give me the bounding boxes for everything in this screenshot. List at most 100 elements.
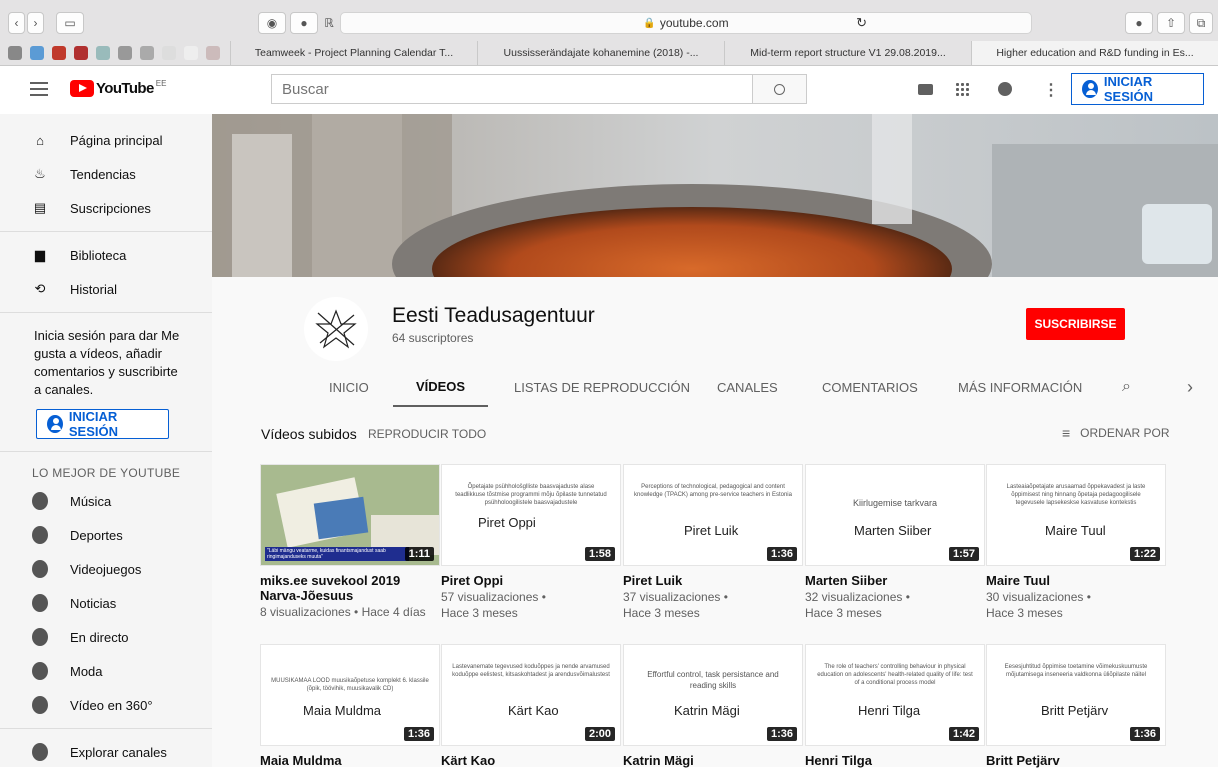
video-title[interactable]: Maire Tuul [986,573,1166,588]
back-button[interactable]: ‹ [8,12,25,34]
video-title[interactable]: Piret Oppi [441,573,621,588]
bookmark-favicon[interactable] [30,46,44,60]
tab-about[interactable]: MÁS INFORMACIÓN [958,367,1082,407]
browser-tab[interactable]: Mid-term report structure V1 29.08.2019.… [724,41,971,65]
thumbnail-topic: Kiirlugemise tarkvara [852,498,938,508]
play-all-button[interactable]: REPRODUCIR TODO [368,427,486,441]
tab-channels[interactable]: CANALES [717,367,778,407]
video-duration: 1:57 [948,547,979,561]
reload-icon[interactable]: ↻ [856,15,867,31]
sports-icon [32,526,48,544]
sidebar-toggle-button[interactable]: ▭ [56,12,84,34]
thumbnail-name: Henri Tilga [858,703,921,718]
browser-tab[interactable]: Uussisserändajate kohanemine (2018) -... [477,41,724,65]
video-meta: 8 visualizaciones • Hace 4 días [260,605,426,619]
bookmark-favicon[interactable] [206,46,220,60]
sidebar-item-label: Tendencias [70,166,136,182]
tab-videos[interactable]: VÍDEOS [393,367,488,407]
sidebar-item-label: Biblioteca [70,247,127,263]
chevron-right-icon[interactable]: › [1187,367,1193,407]
sidebar-item-home[interactable]: ⌂ Página principal [0,123,212,157]
forward-button[interactable]: › [27,12,44,34]
bookmark-favicon[interactable] [96,46,110,60]
thumbnail-name: Kärt Kao [508,703,559,718]
video-thumbnail[interactable]: Lastevanemate tegevused koduõppes ja nen… [441,644,621,746]
video-title[interactable]: Kärt Kao [441,753,621,768]
video-thumbnail[interactable]: MUUSIKAMAA LOOD muusikaõpetuse komplekt … [260,644,440,746]
channel-search-icon[interactable]: ⌕ [1122,367,1131,407]
sidebar-item-gaming[interactable]: Videojuegos [0,552,212,586]
video-thumbnail[interactable]: The role of teachers' controlling behavi… [805,644,985,746]
video-title[interactable]: Maia Muldma [260,753,440,768]
region-code: EE [155,79,167,88]
upload-age: Hace 3 meses [986,606,1063,620]
thumbnail-topic: Lasteaiaõpetajate arusaamad õppekavadest… [1006,484,1146,506]
tabs-button[interactable]: ⧉ [1189,12,1213,34]
bookmark-favicon[interactable] [162,46,176,60]
sidebar-item-360[interactable]: Vídeo en 360° [0,688,212,722]
sidebar-item-music[interactable]: Música [0,484,212,518]
sidebar-item-subscriptions[interactable]: ▤ Suscripciones [0,191,212,225]
header-signin-button[interactable]: INICIAR SESIÓN [1071,73,1204,105]
thumbnail-topic: Õpetajate psühhološglliste baasvajaduste… [455,484,607,506]
address-bar[interactable]: 🔒 youtube.com ↻ [340,12,1032,34]
share-button[interactable]: ⇧ [1157,12,1185,34]
bookmark-favicon[interactable] [184,46,198,60]
sidebar-item-live[interactable]: En directo [0,620,212,654]
logo-text: YouTube [96,80,154,97]
video-thumbnail[interactable]: Eesesjuhtitud õppimise toetamine võimeku… [986,644,1166,746]
video-camera-icon[interactable] [918,84,933,95]
sidebar-item-news[interactable]: Noticias [0,586,212,620]
subscriber-count: 64 suscriptores [392,331,474,345]
sort-button[interactable]: ≡ ORDENAR POR [1062,425,1170,441]
video-thumbnail[interactable]: Effortful control, task persistance and … [623,644,803,746]
search-button[interactable] [752,75,806,103]
subscribe-button[interactable]: SUSCRIBIRSE [1026,308,1125,340]
video-thumbnail[interactable]: Lasteaiaõpetajate arusaamad õppekavadest… [986,464,1166,566]
bookmark-favicon[interactable] [74,46,88,60]
reader-icon[interactable]: ℝ [322,12,336,34]
tab-comments[interactable]: COMENTARIOS [822,367,918,407]
video-title[interactable]: Katrin Mägi [623,753,803,768]
video-title[interactable]: Piret Luik [623,573,803,588]
sidebar-item-sports[interactable]: Deportes [0,518,212,552]
bookmark-favicon[interactable] [140,46,154,60]
downloads-button[interactable]: ● [1125,12,1153,34]
menu-icon[interactable] [30,82,48,96]
sidebar-signin-button[interactable]: INICIAR SESIÓN [36,409,169,439]
sidebar-item-trending[interactable]: ♨ Tendencias [0,157,212,191]
search-input[interactable] [272,75,752,103]
messages-icon[interactable] [998,82,1012,96]
browser-tab[interactable]: Teamweek - Project Planning Calendar T..… [230,41,477,65]
sidebar-item-label: Vídeo en 360° [70,697,153,713]
video-title[interactable]: Henri Tilga [805,753,985,768]
sidebar-item-label: Moda [70,663,103,679]
video-thumbnail[interactable]: Perceptions of technological, pedagogica… [623,464,803,566]
bookmark-favicon[interactable] [118,46,132,60]
vr-icon [32,696,48,714]
extension-icon[interactable]: ● [290,12,318,34]
signin-prompt: Inicia sesión para dar Me gusta a vídeos… [34,328,180,397]
video-thumbnail[interactable]: Kiirlugemise tarkvara Marten Siiber 1:57 [805,464,985,566]
sidebar-item-history[interactable]: ⟲ Historial [0,272,212,306]
video-thumbnail[interactable]: Õpetajate psühhološglliste baasvajaduste… [441,464,621,566]
pinterest-extension-icon[interactable]: ◉ [258,12,286,34]
tab-inicio[interactable]: INICIO [329,367,369,407]
video-duration: 1:11 [404,547,434,561]
video-thumbnail[interactable]: "Läbi mängu veatarme, kuidas finantsmaja… [260,464,440,566]
sidebar-item-explore[interactable]: Explorar canales [0,735,212,769]
browser-tab[interactable]: Higher education and R&D funding in Es..… [971,41,1218,65]
video-title[interactable]: miks.ee suvekool 2019 Narva-Jõesuus [260,573,440,603]
more-options-icon[interactable]: ⋮ [1043,80,1059,100]
channel-avatar[interactable] [304,297,368,361]
video-title[interactable]: Britt Petjärv [986,753,1166,768]
sidebar-item-library[interactable]: ▆ Biblioteca [0,238,212,272]
bookmark-favicon[interactable] [52,46,66,60]
youtube-logo[interactable]: YouTube EE [70,79,167,97]
bookmark-favicon[interactable] [8,46,22,60]
sidebar-item-fashion[interactable]: Moda [0,654,212,688]
video-title[interactable]: Marten Siiber [805,573,985,588]
apps-grid-icon[interactable] [955,82,969,96]
tab-playlists[interactable]: LISTAS DE REPRODUCCIÓN [514,367,690,407]
sidebar-item-label: Suscripciones [70,200,151,216]
